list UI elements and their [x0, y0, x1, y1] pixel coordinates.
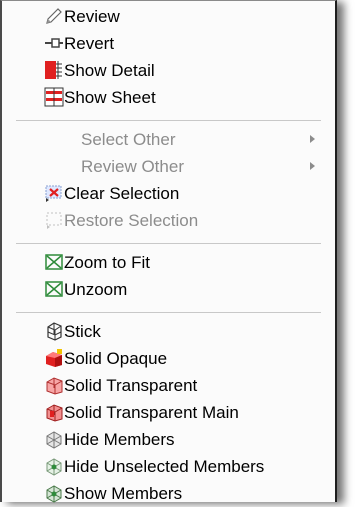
menu-item-clear-selection[interactable]: Clear Selection	[2, 180, 335, 207]
unzoom-icon	[44, 279, 64, 299]
solid-transparent-icon	[44, 375, 64, 395]
menu-item-hide-unselected-members[interactable]: Hide Unselected Members	[2, 453, 335, 480]
clear-selection-icon	[44, 183, 64, 203]
menu-separator	[16, 243, 321, 244]
menu-item-revert[interactable]: Revert	[2, 30, 335, 57]
menu-item-label: Review	[64, 7, 120, 26]
menu-item-show-members[interactable]: Show Members	[2, 480, 335, 507]
menu-item-zoom-to-fit[interactable]: Zoom to Fit	[2, 249, 335, 276]
menu-item-label: Show Detail	[64, 61, 155, 80]
menu-item-label: Unzoom	[64, 280, 128, 299]
submenu-arrow-icon	[310, 162, 315, 170]
menu-item-label: Clear Selection	[64, 184, 180, 203]
menu-item-show-detail[interactable]: Show Detail	[2, 57, 335, 84]
menu-item-label: Hide Unselected Members	[64, 457, 265, 476]
submenu-arrow-icon	[310, 135, 315, 143]
menu-item-review-other[interactable]: Review Other	[2, 153, 335, 180]
detail-icon	[44, 60, 64, 80]
show-members-icon	[44, 483, 64, 503]
pencil-icon	[44, 6, 64, 26]
menu-separator	[16, 120, 321, 121]
menu-item-label: Select Other	[81, 130, 176, 149]
menu-item-label: Show Sheet	[64, 88, 156, 107]
menu-item-label: Hide Members	[64, 430, 175, 449]
menu-item-solid-opaque[interactable]: Solid Opaque	[2, 345, 335, 372]
context-menu: Review Revert Show Detail Show Sheet Sel…	[0, 0, 337, 503]
menu-item-label: Zoom to Fit	[64, 253, 150, 272]
restore-selection-icon	[44, 210, 64, 230]
solid-opaque-icon	[44, 348, 64, 368]
menu-item-solid-transparent[interactable]: Solid Transparent	[2, 372, 335, 399]
menu-item-review[interactable]: Review	[2, 3, 335, 30]
menu-item-restore-selection[interactable]: Restore Selection	[2, 207, 335, 234]
menu-item-label: Revert	[64, 34, 115, 53]
menu-item-label: Solid Opaque	[64, 349, 168, 368]
menu-item-select-other[interactable]: Select Other	[2, 126, 335, 153]
menu-item-label: Restore Selection	[64, 211, 199, 230]
stick-model-icon	[44, 321, 64, 341]
menu-item-solid-transparent-main[interactable]: Solid Transparent Main	[2, 399, 335, 426]
menu-item-hide-members[interactable]: Hide Members	[2, 426, 335, 453]
solid-transparent-main-icon	[44, 402, 64, 422]
menu-item-stick[interactable]: Stick	[2, 318, 335, 345]
sheet-icon	[44, 87, 64, 107]
menu-item-label: Stick	[64, 322, 101, 341]
menu-item-label: Review Other	[81, 157, 184, 176]
menu-item-label: Show Members	[64, 484, 183, 503]
hide-unselected-members-icon	[44, 456, 64, 476]
zoom-to-fit-icon	[44, 252, 64, 272]
menu-item-label: Solid Transparent	[64, 376, 198, 395]
menu-separator	[16, 312, 321, 313]
menu-item-label: Solid Transparent Main	[64, 403, 239, 422]
menu-item-show-sheet[interactable]: Show Sheet	[2, 84, 335, 111]
revert-icon	[44, 33, 64, 53]
hide-members-icon	[44, 429, 64, 449]
menu-item-unzoom[interactable]: Unzoom	[2, 276, 335, 303]
